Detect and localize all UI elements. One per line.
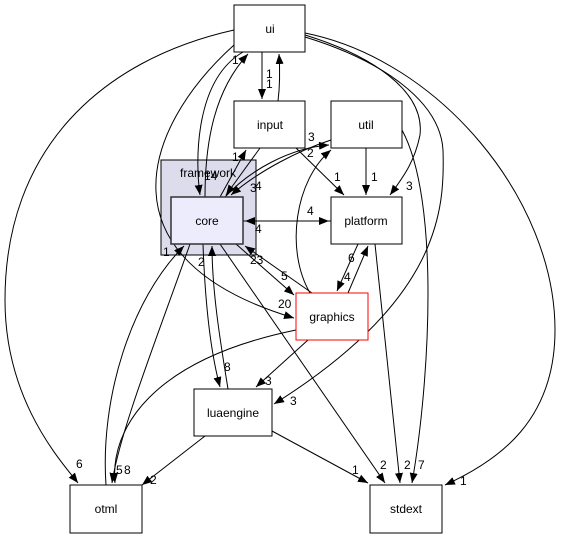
edge-count-label[interactable]: 4 xyxy=(255,179,262,193)
edge-core-to-otml[interactable]: 5 xyxy=(109,243,191,484)
node-input-label: input xyxy=(257,118,284,132)
node-util[interactable]: util xyxy=(330,100,403,149)
edge-graphics-to-luaengine[interactable]: 3 xyxy=(255,339,309,388)
edge-ui-to-input[interactable]: 1 xyxy=(258,52,273,99)
node-luaengine-label: luaengine xyxy=(207,406,259,420)
edge-count-label[interactable]: 3 xyxy=(265,374,272,388)
node-core-label: core xyxy=(195,214,219,228)
edge-count-label[interactable]: 7 xyxy=(418,458,425,472)
edge-count-label[interactable]: 6 xyxy=(348,251,355,265)
edge-platform-to-stdext[interactable]: 2 xyxy=(374,243,411,484)
edge-count-label[interactable]: 1 xyxy=(334,170,341,184)
node-stdext[interactable]: stdext xyxy=(369,484,443,534)
edge-count-label[interactable]: 23 xyxy=(250,253,264,267)
edge-count-label[interactable]: 3 xyxy=(308,130,315,144)
edge-platform-to-core[interactable]: 4 xyxy=(245,217,331,236)
edge-count-label[interactable]: 5 xyxy=(116,463,123,477)
node-graphics[interactable]: graphics xyxy=(295,292,369,341)
edge-otml-to-core[interactable]: 1 xyxy=(104,245,185,486)
node-ui-label: ui xyxy=(265,22,274,36)
node-luaengine[interactable]: luaengine xyxy=(193,388,273,437)
node-platform-label: platform xyxy=(344,214,387,228)
edge-count-label[interactable]: 4 xyxy=(344,270,351,284)
node-graphics-label: graphics xyxy=(309,310,354,324)
edge-line xyxy=(374,243,403,484)
edge-input-to-platform[interactable]: 1 xyxy=(295,147,345,196)
edge-count-label[interactable]: 6 xyxy=(76,457,83,471)
edge-count-label[interactable]: 2 xyxy=(198,255,205,269)
edge-input-to-ui[interactable]: 1 xyxy=(266,53,284,102)
edge-line xyxy=(255,339,309,388)
nodes-layer: ui input util core platform graphics lua… xyxy=(69,4,443,534)
edge-count-label[interactable]: 1 xyxy=(352,463,359,477)
edge-count-label[interactable]: 20 xyxy=(278,297,292,311)
edge-count-label[interactable]: 3 xyxy=(406,179,413,193)
edge-count-label[interactable]: 2 xyxy=(380,458,387,472)
edges-layer: 111416320313113417442523462388251221 xyxy=(4,29,556,488)
edge-graphics-to-platform[interactable]: 6 xyxy=(347,245,369,294)
edge-line xyxy=(104,245,185,486)
edge-luaengine-to-stdext[interactable]: 1 xyxy=(271,430,369,484)
edge-count-label[interactable]: 8 xyxy=(124,463,131,477)
node-otml[interactable]: otml xyxy=(69,484,143,534)
node-util-label: util xyxy=(358,118,373,132)
node-otml-label: otml xyxy=(95,502,118,516)
edge-count-label[interactable]: 1 xyxy=(371,170,378,184)
edge-count-label[interactable]: 4 xyxy=(307,204,314,218)
edge-count-label[interactable]: 2 xyxy=(150,473,157,487)
edge-count-label[interactable]: 1 xyxy=(266,77,273,91)
edge-count-label[interactable]: 1 xyxy=(460,474,467,488)
edge-core-to-graphics[interactable]: 5 xyxy=(235,243,295,296)
edge-graphics-to-util[interactable]: 2 xyxy=(295,146,332,294)
edge-count-label[interactable]: 2 xyxy=(307,146,314,160)
edge-count-label[interactable]: 4 xyxy=(255,222,262,236)
edge-count-label[interactable]: 1 xyxy=(232,150,239,164)
edge-count-label[interactable]: 3 xyxy=(290,394,297,408)
dependency-graph: framework 1 1 14 1 6 3 20 3 1 3 1 1 3 4 1 7 4 4 2 5 23 4 6 2 3 8 8… xyxy=(0,0,563,539)
edge-graphics-to-core[interactable]: 23 xyxy=(244,245,313,294)
node-input[interactable]: input xyxy=(233,100,306,149)
node-platform[interactable]: platform xyxy=(330,196,403,245)
edge-line xyxy=(109,243,191,484)
node-core[interactable]: core xyxy=(170,196,244,245)
edge-count-label[interactable]: 1 xyxy=(163,245,170,259)
edge-count-label[interactable]: 1 xyxy=(232,53,239,67)
graph-svg: framework 111416320313113417442523462388… xyxy=(4,4,556,534)
edge-line xyxy=(275,53,284,102)
edge-util-to-platform[interactable]: 1 xyxy=(362,148,378,195)
node-ui[interactable]: ui xyxy=(233,4,306,53)
edge-luaengine-to-otml[interactable]: 2 xyxy=(141,435,206,487)
node-stdext-label: stdext xyxy=(390,502,423,516)
edge-count-label[interactable]: 2 xyxy=(404,458,411,472)
